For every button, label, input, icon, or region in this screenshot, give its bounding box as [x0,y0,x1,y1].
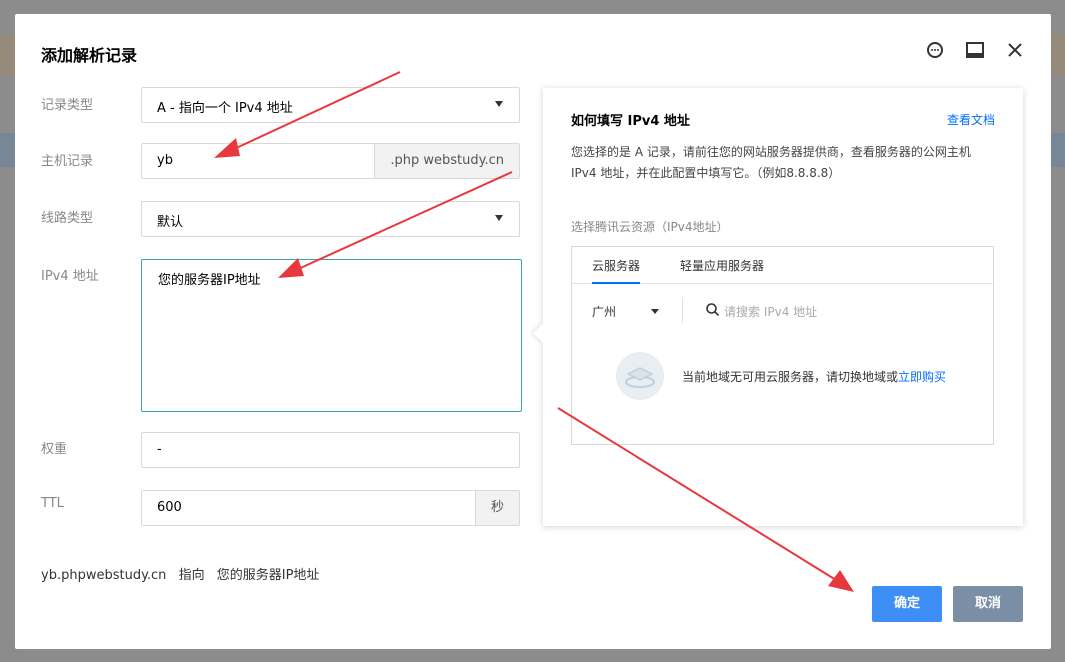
arrow-to-host [214,71,401,158]
arrow-to-confirm [557,407,854,592]
annotation-arrows [214,71,854,592]
arrow-to-ipv4 [278,171,513,278]
